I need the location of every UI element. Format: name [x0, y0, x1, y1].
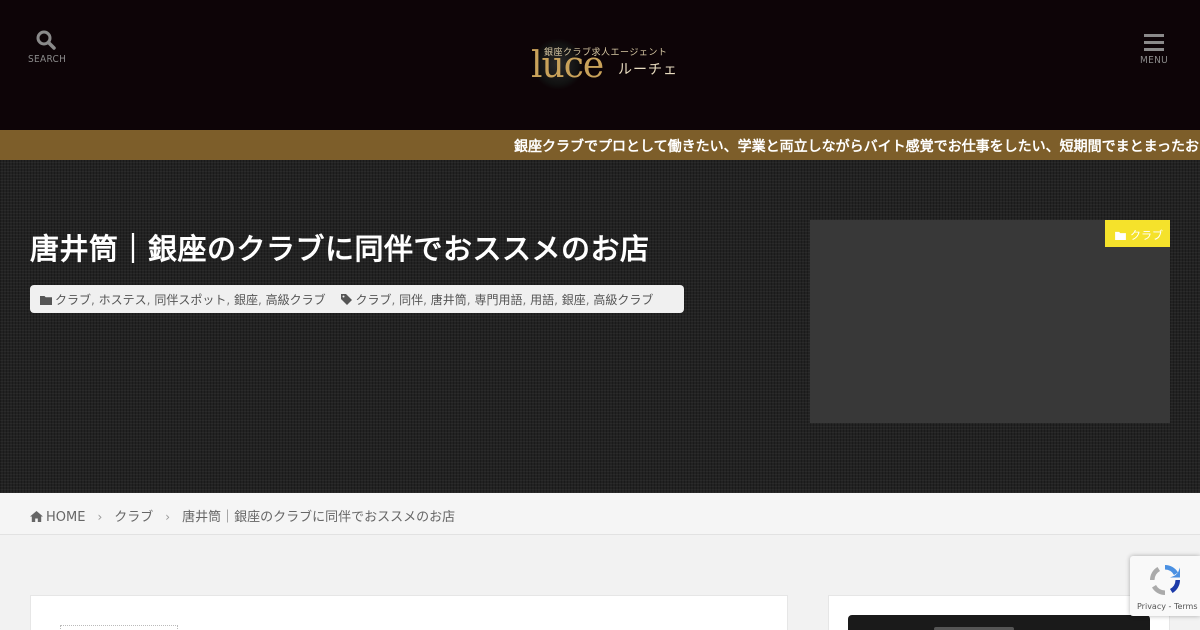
site-logo[interactable]: 銀座クラブ求人エージェント luce ルーチェ — [528, 34, 678, 96]
recaptcha-badge[interactable]: Privacy - Terms — [1130, 556, 1200, 616]
breadcrumb: HOME › クラブ › 唐井筒｜銀座のクラブに同伴でおススメのお店 — [0, 493, 1200, 535]
home-icon — [30, 511, 43, 522]
tag-link[interactable]: 高級クラブ — [593, 293, 653, 307]
post-title: 唐井筒｜銀座のクラブに同伴でおススメのお店 — [30, 232, 650, 266]
list-separator: , — [554, 293, 562, 307]
site-header: SEARCH 銀座クラブ求人エージェント luce ルーチェ MENU — [0, 0, 1200, 130]
post-hero: 唐井筒｜銀座のクラブに同伴でおススメのお店 クラブ, ホステス, 同伴スポット,… — [0, 160, 1200, 493]
folder-icon — [1115, 231, 1126, 240]
breadcrumb-item-current: 唐井筒｜銀座のクラブに同伴でおススメのお店 — [182, 510, 456, 525]
chevron-right-icon: › — [165, 510, 171, 524]
post-meta: クラブ, ホステス, 同伴スポット, 銀座, 高級クラブ クラブ, 同伴, 唐井… — [30, 285, 684, 313]
breadcrumb-home[interactable]: HOME — [30, 510, 85, 525]
list-separator: , — [522, 293, 531, 307]
category-badge-label: クラブ — [1130, 229, 1163, 242]
folder-icon — [40, 296, 52, 305]
sidebar-widget — [828, 595, 1170, 630]
category-link[interactable]: 銀座 — [234, 293, 258, 307]
hamburger-menu-icon — [1144, 34, 1164, 51]
list-separator: , — [226, 293, 234, 307]
search-label: SEARCH — [28, 54, 67, 65]
category-link[interactable]: 高級クラブ — [266, 293, 326, 307]
category-badge[interactable]: クラブ — [1105, 220, 1170, 247]
breadcrumb-home-label: HOME — [46, 510, 86, 525]
post-thumbnail: クラブ — [810, 220, 1170, 423]
tag-link[interactable]: 唐井筒 — [431, 293, 467, 307]
list-separator: , — [257, 293, 266, 307]
post-categories: クラブ, ホステス, 同伴スポット, 銀座, 高級クラブ — [40, 293, 329, 307]
announcement-ticker[interactable]: 銀座クラブでプロとして働きたい、学業と両立しながらバイト感覚でお仕事をしたい、短… — [0, 130, 1200, 160]
logo-kana: ルーチェ — [618, 62, 678, 78]
menu-label: MENU — [1140, 55, 1168, 66]
recaptcha-terms-link[interactable]: Terms — [1174, 602, 1198, 611]
tag-icon — [341, 294, 353, 305]
tag-link[interactable]: クラブ — [355, 293, 391, 307]
tag-link[interactable]: 専門用語 — [474, 293, 522, 307]
ticker-text: 銀座クラブでプロとして働きたい、学業と両立しながらバイト感覚でお仕事をしたい、短… — [514, 139, 1200, 155]
tag-link[interactable]: 同伴 — [399, 293, 423, 307]
breadcrumb-item-category[interactable]: クラブ — [114, 506, 153, 525]
chevron-right-icon: › — [97, 510, 103, 524]
article-body — [30, 595, 788, 630]
recaptcha-links: Privacy - Terms — [1137, 602, 1198, 611]
search-button[interactable]: SEARCH — [28, 30, 67, 65]
menu-button[interactable]: MENU — [1136, 30, 1172, 66]
list-separator: , — [91, 293, 99, 307]
tag-link[interactable]: 銀座 — [562, 293, 586, 307]
search-icon — [36, 30, 56, 50]
table-of-contents — [60, 625, 178, 630]
category-link[interactable]: ホステス — [99, 293, 147, 307]
category-link[interactable]: 同伴スポット — [154, 293, 226, 307]
recaptcha-privacy-link[interactable]: Privacy — [1137, 602, 1166, 611]
widget-header — [848, 615, 1150, 630]
post-tags: クラブ, 同伴, 唐井筒, 専門用語, 用語, 銀座, 高級クラブ — [341, 291, 653, 308]
recaptcha-icon — [1150, 565, 1180, 595]
category-link[interactable]: クラブ — [55, 293, 91, 307]
logo-wordmark: luce — [531, 45, 604, 86]
list-separator: , — [423, 293, 431, 307]
list-separator: , — [391, 293, 400, 307]
tag-link[interactable]: 用語 — [530, 293, 554, 307]
